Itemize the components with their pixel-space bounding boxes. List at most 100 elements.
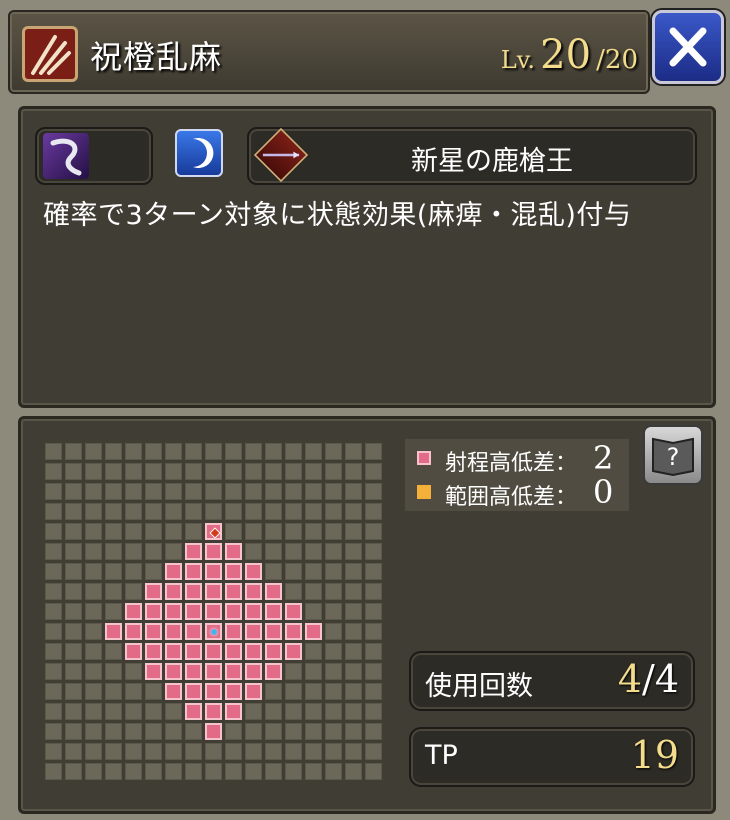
grid-cell — [165, 503, 182, 520]
range-cell — [185, 703, 202, 720]
grid-cell — [225, 523, 242, 540]
grid-cell — [145, 743, 162, 760]
grid-cell — [325, 623, 342, 640]
grid-cell — [205, 763, 222, 780]
range-cell — [105, 623, 122, 640]
grid-cell — [345, 683, 362, 700]
grid-cell — [185, 743, 202, 760]
grid-cell — [65, 463, 82, 480]
grid-cell — [305, 643, 322, 660]
close-button[interactable] — [652, 10, 724, 84]
grid-cell — [125, 503, 142, 520]
crescent-moon-icon — [175, 129, 223, 177]
grid-cell — [65, 483, 82, 500]
close-icon — [669, 27, 707, 67]
grid-cell — [365, 723, 382, 740]
grid-cell — [165, 443, 182, 460]
range-cell — [185, 683, 202, 700]
range-cell — [225, 643, 242, 660]
grid-cell — [305, 683, 322, 700]
grid-cell — [245, 703, 262, 720]
range-cell — [165, 683, 182, 700]
grid-cell — [45, 503, 62, 520]
grid-cell — [265, 523, 282, 540]
range-cell — [205, 583, 222, 600]
grid-cell — [65, 503, 82, 520]
range-cell — [225, 543, 242, 560]
range-cell — [165, 603, 182, 620]
range-cell — [265, 603, 282, 620]
dark-element-icon — [43, 133, 89, 179]
range-cell — [165, 663, 182, 680]
legend-range-label: 射程高低差： — [445, 451, 578, 476]
grid-cell — [265, 703, 282, 720]
grid-cell — [365, 763, 382, 780]
grid-cell — [105, 543, 122, 560]
grid-cell — [285, 483, 302, 500]
grid-cell — [85, 623, 102, 640]
grid-cell — [205, 743, 222, 760]
grid-cell — [305, 483, 322, 500]
level-current: 20 — [540, 32, 592, 78]
grid-cell — [85, 563, 102, 580]
grid-cell — [205, 503, 222, 520]
help-button[interactable]: ? — [643, 425, 703, 485]
element-slot — [35, 127, 153, 185]
grid-cell — [165, 743, 182, 760]
grid-cell — [145, 683, 162, 700]
range-cell — [205, 603, 222, 620]
grid-cell — [285, 443, 302, 460]
grid-cell — [285, 503, 302, 520]
range-cell — [225, 563, 242, 580]
grid-cell — [325, 763, 342, 780]
grid-cell — [345, 583, 362, 600]
grid-cell — [345, 663, 362, 680]
grid-cell — [325, 603, 342, 620]
grid-cell — [345, 463, 362, 480]
grid-cell — [185, 443, 202, 460]
range-cell — [245, 643, 262, 660]
range-cell — [265, 663, 282, 680]
grid-cell — [45, 643, 62, 660]
grid-cell — [285, 723, 302, 740]
grid-cell — [305, 563, 322, 580]
target-cell — [205, 523, 222, 540]
legend-range-value: 2 — [593, 439, 614, 477]
grid-cell — [105, 763, 122, 780]
range-cell — [225, 603, 242, 620]
grid-cell — [45, 743, 62, 760]
grid-cell — [365, 443, 382, 460]
range-cell — [165, 643, 182, 660]
grid-cell — [245, 723, 262, 740]
range-cell — [245, 603, 262, 620]
grid-cell — [45, 583, 62, 600]
tp-label: TP — [425, 740, 458, 771]
grid-cell — [105, 663, 122, 680]
grid-cell — [185, 523, 202, 540]
claw-slash-icon — [22, 26, 78, 82]
grid-cell — [185, 763, 202, 780]
grid-cell — [105, 723, 122, 740]
grid-cell — [245, 763, 262, 780]
grid-cell — [65, 663, 82, 680]
grid-cell — [125, 703, 142, 720]
grid-cell — [225, 483, 242, 500]
range-cell — [245, 663, 262, 680]
range-cell — [165, 583, 182, 600]
height-legend: 射程高低差： 2 範囲高低差： 0 — [405, 439, 629, 511]
grid-cell — [305, 763, 322, 780]
grid-cell — [105, 583, 122, 600]
range-cell — [185, 623, 202, 640]
grid-cell — [245, 743, 262, 760]
grid-cell — [125, 763, 142, 780]
grid-cell — [65, 723, 82, 740]
grid-cell — [365, 643, 382, 660]
grid-cell — [285, 743, 302, 760]
grid-cell — [305, 463, 322, 480]
range-cell — [185, 603, 202, 620]
grid-cell — [145, 463, 162, 480]
range-cell — [245, 563, 262, 580]
grid-cell — [85, 683, 102, 700]
grid-cell — [305, 543, 322, 560]
level-max: /20 — [596, 45, 638, 75]
